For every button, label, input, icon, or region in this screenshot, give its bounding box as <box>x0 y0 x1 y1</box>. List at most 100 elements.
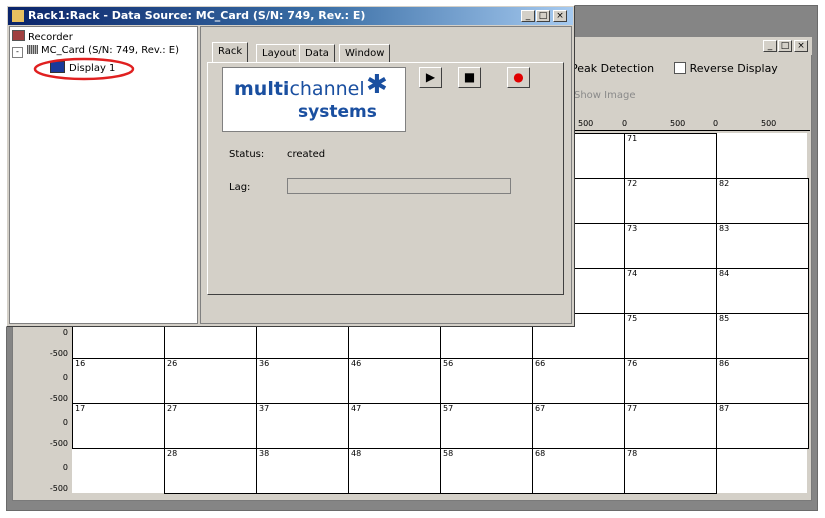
maximize-button[interactable]: □ <box>778 40 792 52</box>
electrode-cell[interactable]: 86 <box>716 358 809 404</box>
electrode-label: 66 <box>535 359 546 368</box>
electrode-label: 58 <box>443 449 454 458</box>
electrode-cell[interactable]: 57 <box>440 403 533 449</box>
logo-line2: systems <box>298 102 377 122</box>
x-tick-label: 0 <box>622 119 628 128</box>
electrode-cell[interactable]: 66 <box>532 358 625 404</box>
y-tick-label: 0 <box>62 463 68 472</box>
electrode-cell[interactable]: 58 <box>440 448 533 494</box>
electrode-cell[interactable]: 36 <box>256 358 349 404</box>
electrode-cell[interactable]: 74 <box>624 268 717 314</box>
electrode-cell[interactable]: 87 <box>716 403 809 449</box>
electrode-label: 84 <box>719 269 730 278</box>
electrode-cell[interactable]: 76 <box>624 358 717 404</box>
show-image-button[interactable]: Show Image <box>574 90 635 101</box>
electrode-cell[interactable]: 77 <box>624 403 717 449</box>
electrode-cell[interactable]: 47 <box>348 403 441 449</box>
tab-layout[interactable]: Layout <box>256 44 302 63</box>
x-tick-label: 500 <box>761 119 777 128</box>
electrode-label: 56 <box>443 359 454 368</box>
tab-rack[interactable]: Rack <box>212 42 249 63</box>
electrode-label: 71 <box>627 134 638 143</box>
electrode-label: 46 <box>351 359 362 368</box>
electrode-label: 37 <box>259 404 270 413</box>
x-scale-line <box>575 130 810 131</box>
tab-window[interactable]: Window <box>339 44 391 63</box>
status-label: Status: <box>229 149 265 160</box>
logo-line1: multichannel <box>234 78 365 100</box>
reverse-display-checkbox[interactable]: Reverse Display <box>673 62 778 75</box>
electrode-cell[interactable]: 17 <box>72 403 165 449</box>
y-axis: 0 -500 0 -500 0 -500 0 -500 <box>40 320 74 500</box>
electrode-cell[interactable]: 78 <box>624 448 717 494</box>
electrode-label: 48 <box>351 449 362 458</box>
rack-maximize-button[interactable]: □ <box>536 10 550 22</box>
electrode-cell[interactable]: 56 <box>440 358 533 404</box>
electrode-cell[interactable]: 46 <box>348 358 441 404</box>
electrode-cell[interactable]: 84 <box>716 268 809 314</box>
recorder-icon <box>12 30 25 41</box>
electrode-label: 76 <box>627 359 638 368</box>
electrode-cell[interactable]: 38 <box>256 448 349 494</box>
electrode-label: 16 <box>75 359 86 368</box>
electrode-label: 73 <box>627 224 638 233</box>
electrode-label: 67 <box>535 404 546 413</box>
electrode-cell[interactable]: 26 <box>164 358 257 404</box>
electrode-label: 72 <box>627 179 638 188</box>
electrode-label: 74 <box>627 269 638 278</box>
electrode-label: 75 <box>627 314 638 323</box>
electrode-cell[interactable]: 67 <box>532 403 625 449</box>
close-button[interactable]: × <box>794 40 808 52</box>
electrode-label: 47 <box>351 404 362 413</box>
logo-bold-text: multi <box>234 78 290 100</box>
checkbox-icon[interactable] <box>673 62 686 74</box>
electrode-cell[interactable]: 82 <box>716 178 809 224</box>
electrode-cell[interactable]: 48 <box>348 448 441 494</box>
electrode-label: 86 <box>719 359 730 368</box>
electrode-cell[interactable]: 68 <box>532 448 625 494</box>
y-tick-label: -500 <box>49 349 68 358</box>
y-tick-label: -500 <box>49 394 68 403</box>
y-tick-label: -500 <box>49 439 68 448</box>
minimize-button[interactable]: _ <box>763 40 777 52</box>
lag-label: Lag: <box>229 182 251 193</box>
electrode-cell[interactable]: 72 <box>624 178 717 224</box>
highlight-circle <box>33 57 135 81</box>
electrode-label: 26 <box>167 359 178 368</box>
y-tick-label: 0 <box>62 328 68 337</box>
y-tick-label: -500 <box>49 484 68 493</box>
rack-minimize-button[interactable]: _ <box>521 10 535 22</box>
play-icon: ▶ <box>425 70 436 84</box>
logo-light-text: channel <box>289 78 365 100</box>
rack-app-icon <box>12 10 24 22</box>
electrode-cell[interactable]: 28 <box>164 448 257 494</box>
collapse-icon[interactable]: - <box>12 47 23 58</box>
reverse-display-label: Reverse Display <box>689 62 778 75</box>
electrode-cell[interactable]: 73 <box>624 223 717 269</box>
electrode-label: 17 <box>75 404 86 413</box>
stop-button[interactable]: ■ <box>458 67 481 88</box>
play-button[interactable]: ▶ <box>419 67 442 88</box>
x-tick-label: 0 <box>713 119 719 128</box>
electrode-cell[interactable]: 75 <box>624 313 717 359</box>
tab-data[interactable]: Data <box>299 44 335 63</box>
electrode-label: 78 <box>627 449 638 458</box>
company-logo: multichannel systems ✱ <box>222 67 406 132</box>
tree-item-label: Recorder <box>28 32 73 43</box>
electrode-cell[interactable]: 16 <box>72 358 165 404</box>
electrode-label: 77 <box>627 404 638 413</box>
record-button[interactable]: ● <box>507 67 530 88</box>
electrode-cell[interactable]: 85 <box>716 313 809 359</box>
electrode-label: 83 <box>719 224 730 233</box>
electrode-cell[interactable]: 37 <box>256 403 349 449</box>
tree-item-recorder[interactable]: Recorder <box>12 30 73 43</box>
electrode-cell[interactable]: 71 <box>624 133 717 179</box>
rack-close-button[interactable]: × <box>553 10 567 22</box>
electrode-label: 38 <box>259 449 270 458</box>
electrode-label: 85 <box>719 314 730 323</box>
electrode-cell[interactable]: 27 <box>164 403 257 449</box>
electrode-cell[interactable]: 83 <box>716 223 809 269</box>
stop-icon: ■ <box>463 70 476 84</box>
y-tick-label: 0 <box>62 373 68 382</box>
electrode-label: 57 <box>443 404 454 413</box>
